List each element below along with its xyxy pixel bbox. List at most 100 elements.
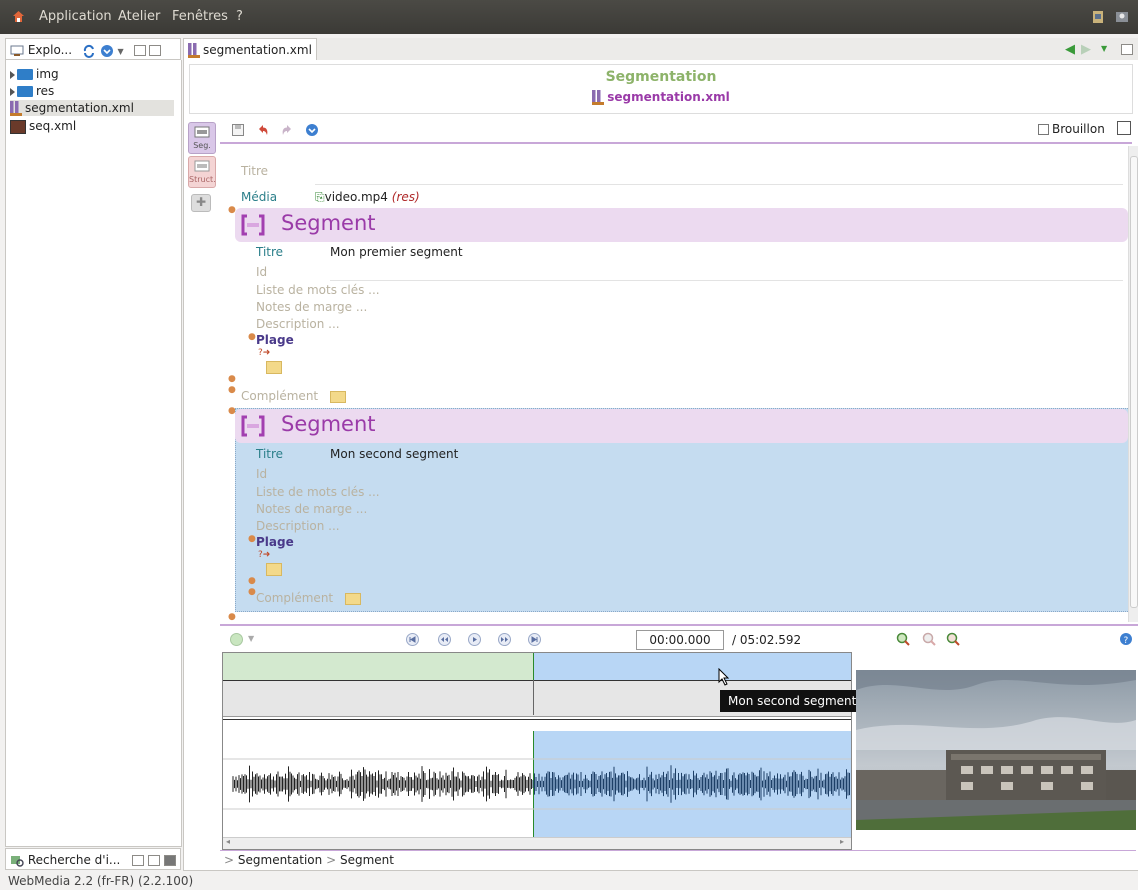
segment-2-description[interactable]: Description ...	[256, 519, 340, 533]
tab-struct[interactable]: Struct.	[188, 156, 216, 188]
segment-icon	[241, 214, 265, 236]
zoom-out-icon[interactable]	[946, 632, 960, 646]
menu-atelier[interactable]: Atelier	[118, 9, 160, 24]
back-arrow-icon[interactable]: ◀	[1065, 42, 1075, 57]
menu-help[interactable]: ?	[236, 9, 243, 24]
segment-1-titre-label: Titre	[256, 245, 284, 259]
tree-item-res[interactable]: res	[10, 83, 54, 99]
insert-marker[interactable]: ●	[248, 332, 256, 342]
draft-checkbox[interactable]	[1038, 124, 1049, 135]
fast-forward-icon[interactable]	[498, 633, 511, 646]
skip-start-icon[interactable]	[406, 633, 419, 646]
add-range-icon[interactable]	[266, 563, 282, 576]
tree-item-seq-xml[interactable]: seq.xml	[10, 118, 76, 134]
segment-1-notes[interactable]: Notes de marge ...	[256, 300, 367, 314]
user-icon[interactable]	[1114, 9, 1130, 25]
timeline[interactable]: ◂ ▸ Mon second segment	[222, 652, 865, 850]
minimize-icon[interactable]	[132, 855, 145, 866]
doc-title-label[interactable]: Titre	[241, 164, 268, 178]
segment-2-keywords[interactable]: Liste de mots clés ...	[256, 485, 380, 499]
segment-1-description[interactable]: Description ...	[256, 317, 340, 331]
segment-2-complement[interactable]: Complément	[256, 591, 361, 605]
toggle-panel-icon[interactable]	[1117, 121, 1131, 135]
forward-arrow-icon[interactable]: ▶	[1081, 42, 1091, 57]
segment-2-titre-value[interactable]: Mon second segment	[330, 447, 458, 461]
refresh-icon[interactable]	[82, 44, 96, 58]
insert-marker[interactable]: ●	[228, 374, 236, 384]
scrollbar-thumb[interactable]	[1130, 156, 1138, 608]
tree-item-img[interactable]: img	[10, 66, 59, 82]
xml-file-icon	[188, 43, 200, 58]
seg-view-icon	[194, 126, 210, 138]
save-icon[interactable]	[232, 124, 244, 136]
segment-1-heading: Segment	[281, 211, 376, 235]
maximize-icon[interactable]	[148, 855, 161, 866]
breadcrumb-separator: >	[326, 853, 337, 867]
document-scrollbar[interactable]	[1128, 146, 1138, 622]
expand-arrow-icon[interactable]	[10, 87, 15, 96]
options-circle-icon[interactable]	[305, 123, 319, 137]
segment-1-complement[interactable]: Complément	[241, 389, 346, 403]
timeline-segment-1[interactable]	[223, 653, 534, 680]
dropdown-arrow-icon[interactable]: ▼	[118, 47, 124, 56]
play-icon[interactable]	[468, 633, 481, 646]
video-preview[interactable]	[856, 670, 1136, 830]
maximize-editor-icon[interactable]	[1121, 44, 1133, 55]
segment-2-notes[interactable]: Notes de marge ...	[256, 502, 367, 516]
zoom-in-icon[interactable]	[896, 632, 910, 646]
range-unknown-icon[interactable]: ?➜	[258, 348, 270, 358]
total-time: / 05:02.592	[732, 633, 802, 647]
menu-application[interactable]: Application	[39, 9, 112, 24]
segment-1-id-label[interactable]: Id	[256, 265, 267, 279]
maximize-icon[interactable]	[149, 45, 162, 56]
search-tab[interactable]: Recherche d'i...	[5, 848, 181, 870]
explorer-tab-label: Explo...	[27, 43, 73, 57]
rewind-icon[interactable]	[438, 633, 451, 646]
current-time-field[interactable]: 00:00.000	[636, 630, 724, 650]
insert-marker[interactable]: ●	[248, 576, 256, 586]
menu-fenetres[interactable]: Fenêtres	[172, 9, 228, 24]
folder-icon	[17, 69, 33, 80]
segment-2-header[interactable]: Segment	[235, 409, 1128, 443]
explorer-tab[interactable]: Explo... ▼	[5, 38, 181, 60]
skip-end-icon[interactable]	[528, 633, 541, 646]
insert-marker[interactable]: ●	[228, 385, 236, 395]
breadcrumb-segment[interactable]: Segment	[340, 853, 394, 867]
add-complement-icon[interactable]	[344, 592, 361, 605]
timeline-scrollbar[interactable]: ◂ ▸	[223, 837, 851, 849]
media-value[interactable]: ⎘video.mp4 (res)	[315, 190, 420, 205]
scroll-right-icon[interactable]: ▸	[840, 837, 844, 846]
tree-item-segmentation-xml[interactable]: segmentation.xml	[10, 100, 174, 116]
redo-icon[interactable]	[280, 123, 294, 137]
timeline-segment-2[interactable]	[534, 653, 851, 680]
add-complement-icon[interactable]	[329, 390, 346, 403]
insert-marker[interactable]: ●	[248, 587, 256, 597]
status-bar: WebMedia 2.2 (fr-FR) (2.2.100)	[8, 874, 194, 888]
add-view-icon[interactable]: ✚	[191, 194, 211, 212]
tab-seg[interactable]: Seg.	[188, 122, 216, 154]
tray-icon[interactable]	[1090, 9, 1106, 25]
close-icon[interactable]	[163, 855, 176, 866]
player-dropdown-icon[interactable]: ▼	[248, 634, 254, 643]
player-menu-icon[interactable]	[230, 633, 243, 646]
segment-1-header[interactable]: Segment	[235, 208, 1128, 242]
editor-tab[interactable]: segmentation.xml	[183, 38, 317, 61]
add-range-icon[interactable]	[266, 361, 282, 374]
segment-2-id-label[interactable]: Id	[256, 467, 267, 481]
insert-marker[interactable]: ●	[248, 534, 256, 544]
range-unknown-icon[interactable]: ?➜	[258, 550, 270, 560]
timeline-ruler	[223, 719, 851, 720]
draft-toggle[interactable]: Brouillon	[1038, 122, 1105, 136]
player-help-icon[interactable]: ?	[1119, 632, 1133, 646]
expand-arrow-icon[interactable]	[10, 70, 15, 79]
minimize-icon[interactable]	[133, 45, 146, 56]
undo-icon[interactable]	[256, 123, 270, 137]
nav-dropdown-icon[interactable]: ▼	[1101, 44, 1107, 53]
zoom-reset-icon[interactable]	[922, 632, 936, 646]
segment-1-keywords[interactable]: Liste de mots clés ...	[256, 283, 380, 297]
insert-marker[interactable]: ●	[228, 612, 236, 622]
segment-1-titre-value[interactable]: Mon premier segment	[330, 245, 463, 259]
breadcrumb-segmentation[interactable]: Segmentation	[238, 853, 322, 867]
scroll-left-icon[interactable]: ◂	[226, 837, 230, 846]
menu-circle-icon[interactable]	[100, 44, 114, 58]
